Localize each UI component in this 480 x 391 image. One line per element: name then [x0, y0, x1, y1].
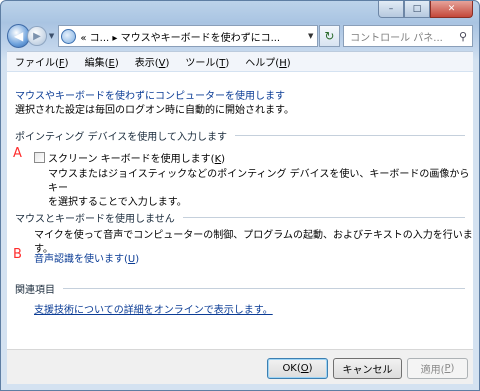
section-pointing-device: ポインティング デバイスを使用して入力します — [15, 128, 465, 143]
search-placeholder: コントロール パネ... — [350, 32, 443, 44]
section-heading: 関連項目 — [15, 285, 55, 296]
control-panel-icon — [61, 28, 77, 44]
onscreen-keyboard-label[interactable]: スクリーン キーボードを使用します(K) — [48, 150, 225, 165]
address-breadcrumb[interactable]: « コ... ▸ マウスやキーボードを使わずにコ... — [80, 29, 304, 44]
menu-edit[interactable]: 編集(E) — [85, 54, 119, 69]
apply-button[interactable]: 適用(P) — [407, 358, 468, 379]
close-button[interactable]: ✕ — [430, 1, 473, 18]
minimize-button[interactable]: – — [378, 1, 404, 18]
onscreen-keyboard-checkbox[interactable] — [34, 152, 45, 163]
dialog-button-bar: OK(O) キャンセル 適用(P) — [7, 349, 473, 384]
onscreen-keyboard-description: マウスまたはジョイスティックなどのポインティング デバイスを使い、キーボードの画… — [48, 169, 470, 208]
section-divider — [63, 288, 465, 289]
menu-file[interactable]: ファイル(F) — [15, 54, 69, 69]
address-bar[interactable]: « コ... ▸ マウスやキーボードを使わずにコ... ▼ — [58, 25, 318, 47]
menu-tools[interactable]: ツール(T) — [185, 54, 229, 69]
forward-button[interactable]: ▶ — [27, 26, 47, 46]
forward-arrow-icon: ▶ — [33, 30, 41, 42]
annotation-marker-a: A — [13, 146, 22, 161]
section-related: 関連項目 — [15, 281, 465, 296]
resize-grip-icon[interactable] — [461, 372, 471, 382]
assistive-tech-online-link[interactable]: 支援技術についての詳細をオンラインで表示します。 — [34, 301, 273, 316]
window-frame: – □ ✕ ◀ ▶ ▼ « コ... ▸ マウスやキーボードを使わずにコ... … — [0, 0, 480, 391]
menu-bar: ファイル(F) 編集(E) 表示(V) ツール(T) ヘルプ(H) — [7, 51, 473, 71]
ok-button[interactable]: OK(O) — [267, 358, 328, 379]
menu-help[interactable]: ヘルプ(H) — [245, 54, 290, 69]
menu-view[interactable]: 表示(V) — [135, 54, 170, 69]
maximize-button[interactable]: □ — [404, 1, 430, 18]
cancel-button[interactable]: キャンセル — [333, 358, 402, 379]
caption-buttons: – □ ✕ — [378, 1, 473, 19]
back-arrow-icon: ◀ — [14, 29, 24, 43]
search-box[interactable]: コントロール パネ... ⚲ — [343, 25, 473, 47]
address-dropdown-icon[interactable]: ▼ — [305, 32, 317, 40]
annotation-marker-b: B — [13, 247, 22, 262]
section-divider — [234, 135, 465, 136]
section-heading: ポインティング デバイスを使用して入力します — [15, 132, 227, 143]
content-pane: マウスやキーボードを使わずにコンピューターを使用します 選択された設定は毎回のロ… — [7, 72, 473, 349]
search-icon[interactable]: ⚲ — [454, 30, 472, 43]
navigation-bar: ◀ ▶ ▼ « コ... ▸ マウスやキーボードを使わずにコ... ▼ ↻ コン… — [7, 23, 473, 49]
section-divider — [182, 217, 465, 218]
section-heading: マウスとキーボードを使用しません — [15, 214, 175, 225]
refresh-button[interactable]: ↻ — [318, 25, 341, 47]
onscreen-keyboard-option[interactable]: スクリーン キーボードを使用します(K) — [34, 150, 225, 165]
recent-pages-dropdown[interactable]: ▼ — [47, 32, 57, 40]
speech-recognition-link[interactable]: 音声認識を使います(U) — [34, 250, 139, 265]
refresh-icon: ↻ — [324, 29, 335, 43]
page-title: マウスやキーボードを使わずにコンピューターを使用します — [15, 91, 285, 102]
section-no-mouse-keyboard: マウスとキーボードを使用しません — [15, 210, 465, 225]
page-subtitle: 選択された設定は毎回のログオン時に自動的に開始されます。 — [15, 105, 294, 116]
